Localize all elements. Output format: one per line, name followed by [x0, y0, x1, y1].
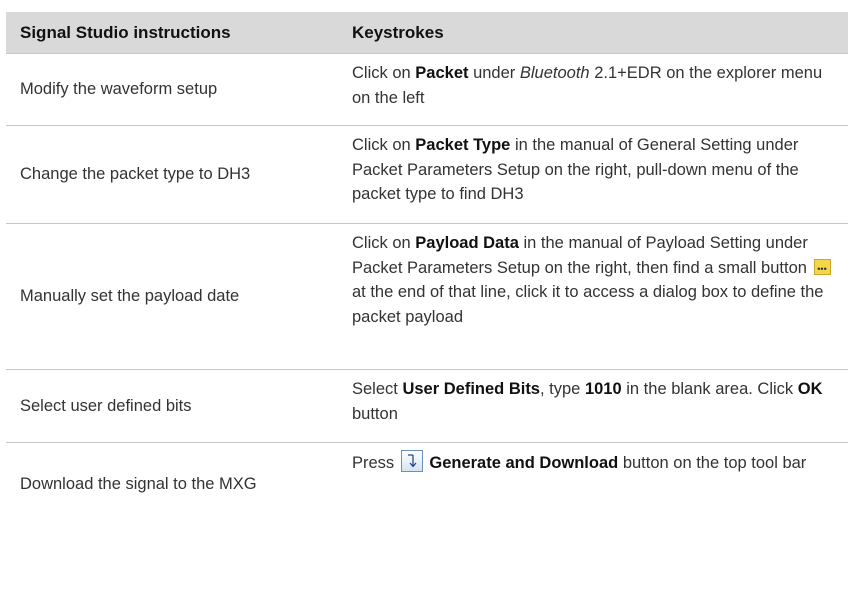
table-row: Select user defined bits Select User Def… — [6, 370, 848, 443]
keystrokes-cell: Click on Payload Data in the manual of P… — [344, 224, 848, 369]
generate-download-icon — [400, 450, 423, 472]
keystrokes-cell: Click on Packet Type in the manual of Ge… — [352, 136, 799, 203]
keystrokes-cell: Select User Defined Bits, type 1010 in t… — [352, 380, 823, 423]
table-row: Change the packet type to DH3 Click on P… — [6, 126, 848, 224]
instruction-cell: Download the signal to the MXG — [20, 475, 257, 494]
instruction-cell: Change the packet type to DH3 — [20, 165, 251, 184]
instruction-cell: Select user defined bits — [20, 396, 192, 415]
instructions-table: Signal Studio instructions Keystrokes Mo… — [6, 12, 848, 526]
header-signal-studio-instructions: Signal Studio instructions — [20, 22, 231, 42]
ellipsis-button-icon: ••• — [813, 258, 831, 275]
header-keystrokes: Keystrokes — [352, 22, 444, 42]
instruction-cell: Modify the waveform setup — [20, 80, 218, 99]
table-header: Signal Studio instructions Keystrokes — [6, 12, 848, 54]
keystrokes-cell: Press Generate and Download button on th… — [344, 443, 848, 526]
instruction-cell: Manually set the payload date — [20, 287, 240, 306]
keystrokes-cell: Click on Packet under Bluetooth 2.1+EDR … — [352, 64, 823, 107]
table-row: Modify the waveform setup Click on Packe… — [6, 54, 848, 126]
table-row: Download the signal to the MXG Press Gen… — [6, 443, 848, 526]
table-row: Manually set the payload date Click on P… — [6, 224, 848, 370]
